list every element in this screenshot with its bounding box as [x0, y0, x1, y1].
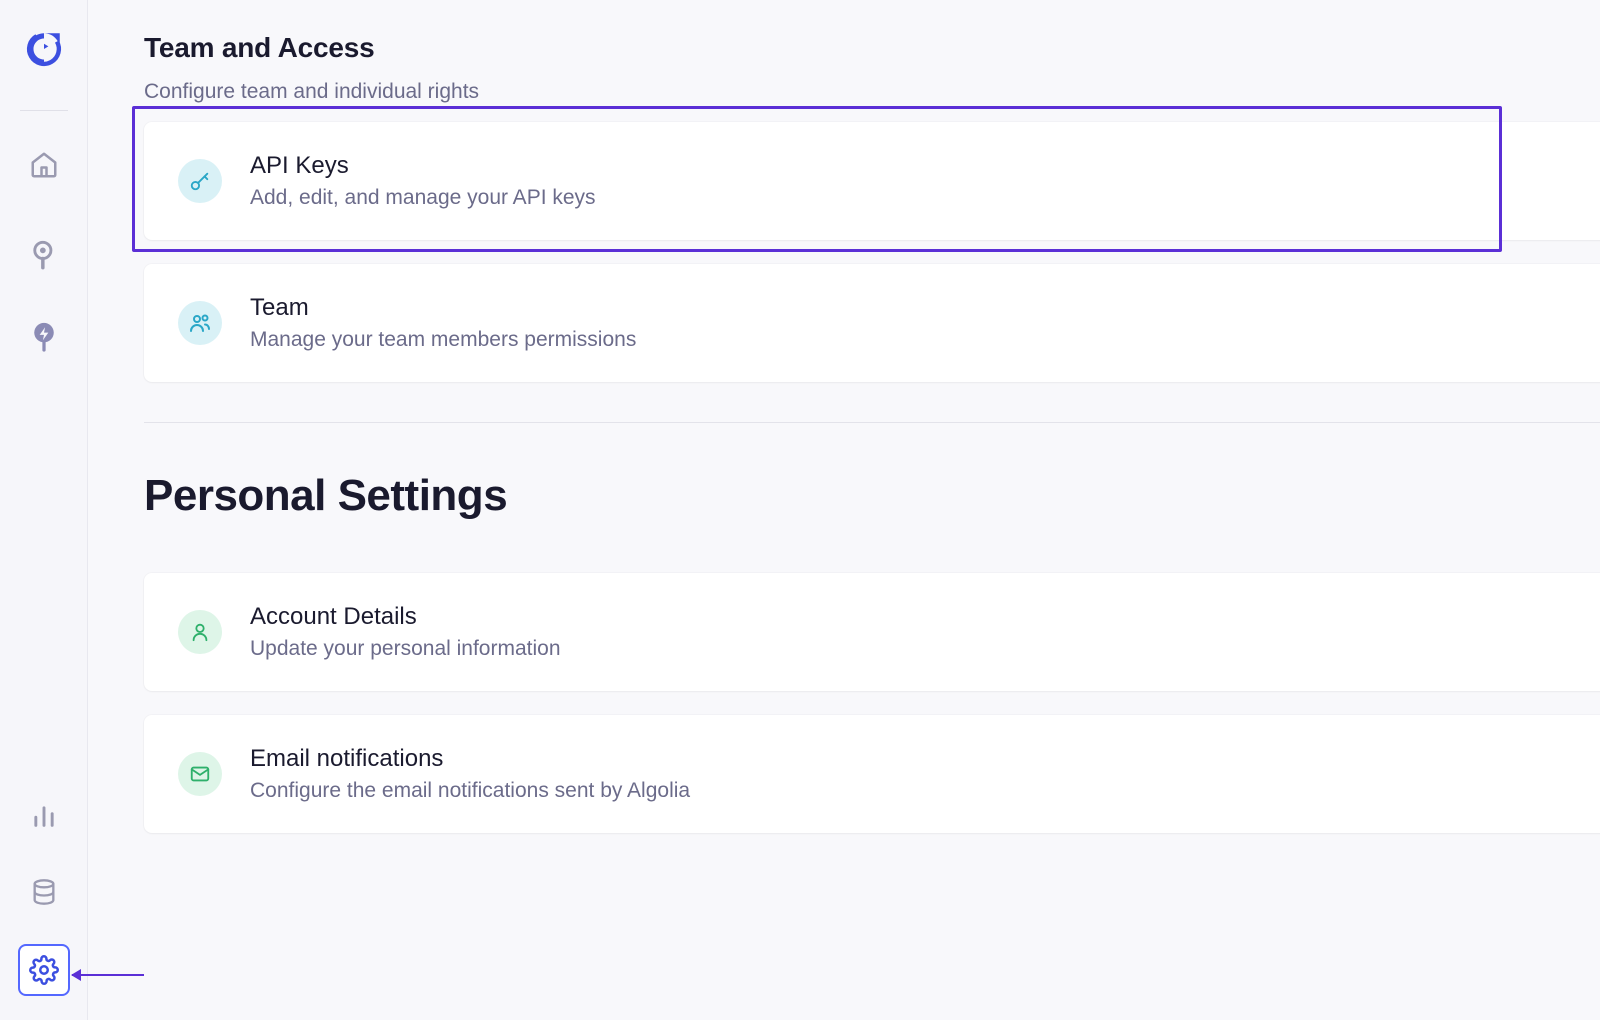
personal-settings-title: Personal Settings	[144, 471, 1600, 521]
bolt-circle-icon	[31, 321, 57, 353]
card-desc: Configure the email notifications sent b…	[250, 779, 690, 803]
bar-chart-icon	[30, 802, 58, 830]
card-account-details[interactable]: Account Details Update your personal inf…	[144, 573, 1600, 691]
nav-data-sources[interactable]	[20, 868, 68, 916]
card-title: Team	[250, 294, 636, 322]
sidebar	[0, 0, 88, 1020]
card-title: Email notifications	[250, 745, 690, 773]
card-desc: Manage your team members permissions	[250, 328, 636, 352]
team-access-subtitle: Configure team and individual rights	[144, 80, 1600, 104]
nav-search[interactable]	[20, 231, 68, 279]
section-divider	[144, 422, 1600, 423]
database-icon	[30, 878, 58, 906]
card-title: Account Details	[250, 603, 561, 631]
card-email-notifications[interactable]: Email notifications Configure the email …	[144, 715, 1600, 833]
card-desc: Update your personal information	[250, 637, 561, 661]
mail-icon	[178, 752, 222, 796]
team-access-title: Team and Access	[144, 32, 1600, 64]
sidebar-divider	[20, 110, 68, 111]
team-icon	[178, 301, 222, 345]
card-desc: Add, edit, and manage your API keys	[250, 186, 596, 210]
algolia-logo[interactable]	[23, 28, 65, 70]
gear-icon	[29, 955, 59, 985]
user-icon	[178, 610, 222, 654]
main-content: Team and Access Configure team and indiv…	[88, 0, 1600, 1020]
card-team[interactable]: Team Manage your team members permission…	[144, 264, 1600, 382]
nav-analytics[interactable]	[20, 792, 68, 840]
card-title: API Keys	[250, 152, 596, 180]
key-icon	[178, 159, 222, 203]
nav-home[interactable]	[20, 141, 68, 189]
search-icon	[30, 240, 58, 270]
card-api-keys[interactable]: API Keys Add, edit, and manage your API …	[144, 122, 1600, 240]
nav-settings[interactable]	[18, 944, 70, 996]
nav-recommend[interactable]	[20, 313, 68, 361]
home-icon	[29, 150, 59, 180]
